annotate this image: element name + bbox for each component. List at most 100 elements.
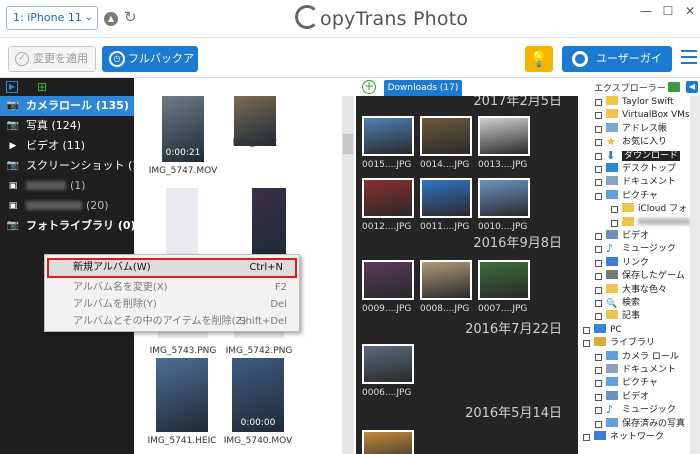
download-thumbnail[interactable]: 0007....JPG [478,260,530,314]
album-item[interactable]: 📷 写真 (124) [0,116,134,136]
explorer-tree-item[interactable]: ⬇ ダウンロード [606,150,681,163]
tree-expander[interactable] [595,259,602,267]
explorer-tree-item[interactable]: 保存したゲーム [606,270,685,283]
context-menu-item[interactable]: 新規アルバム(W) Ctrl+N [47,258,297,278]
full-backup-button[interactable]: ◷ フルバックアップ [102,46,198,91]
tree-expander[interactable] [595,233,602,240]
tree-expander[interactable] [583,326,590,334]
download-thumbnail[interactable]: 0012....JPG [362,178,414,232]
download-thumbnail[interactable] [362,430,414,454]
photo-grid-scroll-thumb[interactable] [343,134,353,154]
tree-expander[interactable] [595,286,602,294]
download-thumbnail[interactable]: 0008....JPG [420,260,472,314]
tree-expander[interactable] [595,166,602,173]
context-menu-item[interactable]: アルバムを削除(Y) Del [45,296,299,313]
tree-expander[interactable] [595,112,602,120]
explorer-tree-item[interactable]: ♪ ミュージック [606,404,676,417]
tree-expander[interactable] [595,367,602,374]
maximize-button[interactable]: ☐ [658,3,678,19]
tree-expander[interactable] [595,313,602,321]
explorer-tree-item[interactable]: PC [594,323,622,337]
download-thumbnail[interactable]: 0015....JPG [362,116,414,170]
tree-expander[interactable] [595,420,602,428]
tree-expander[interactable] [595,353,602,361]
add-album-icon[interactable]: ⊞ [36,81,48,93]
explorer-tree-item[interactable]: 記事 [606,310,640,323]
folder-icon[interactable] [668,82,680,92]
pictures-icon [606,350,618,360]
album-item[interactable]: 📷 フォトライブラリ (0) [0,216,136,236]
explorer-tree-item[interactable]: デスクトップ [606,163,676,176]
explorer-tree-item[interactable]: ピクチャ [606,189,658,203]
download-thumbnail[interactable]: 0013....JPG [478,116,530,170]
album-item[interactable]: ▣ (1) [0,176,134,196]
tree-expander[interactable] [595,273,602,281]
explorer-tree-item[interactable]: アドレス帳 [606,122,667,136]
tree-expander[interactable] [595,179,602,187]
explorer-tree-item[interactable]: ♪ ミュージック [606,243,676,256]
refresh-icon[interactable]: ↻ [124,9,140,25]
download-thumbnail[interactable]: 0014....JPG [420,116,472,170]
apply-changes-button[interactable]: ✓ 変更を適用 [8,46,96,72]
explorer-tree-item[interactable]: ネットワーク [594,431,664,444]
tree-expander[interactable] [595,246,602,254]
explorer-scrollbar[interactable] [690,96,700,454]
explorer-tree-item[interactable]: カメラ ロール [606,350,679,364]
explorer-tree-item[interactable]: VirtualBox VMs [606,109,690,122]
tree-expander[interactable] [611,206,618,214]
explorer-tree-item[interactable]: ドキュメント [606,364,676,377]
user-guide-button[interactable]: ユーザーガイド [562,46,672,91]
tree-expander[interactable] [595,99,602,106]
eject-icon[interactable]: ▲ [104,12,118,26]
tree-expander[interactable] [595,393,602,401]
close-button[interactable]: ✕ [680,3,700,19]
tips-button[interactable]: 💡 [525,46,553,72]
back-arrow-icon[interactable]: ◀ [686,81,698,93]
hamburger-menu-icon[interactable] [681,50,697,64]
tree-expander[interactable] [611,219,618,227]
clock-icon: ◷ [109,51,125,67]
context-menu-item[interactable]: アルバムとその中のアイテムを削除(Z) Shift+Del [45,313,299,330]
album-item[interactable]: 📷 カメラロール (135) [0,96,134,116]
explorer-tree-item[interactable]: ★ お気に入り [606,136,667,149]
download-thumbnail[interactable]: 0011....JPG [420,178,472,232]
tree-expander[interactable] [595,192,602,200]
album-item[interactable]: ▶ ビデオ (11) [0,136,134,156]
explorer-tree-item[interactable]: ライブラリ [594,337,655,350]
tree-expander[interactable] [595,125,602,133]
tree-expander[interactable] [583,340,590,348]
explorer-tree-item[interactable]: ビデオ [606,390,649,404]
context-menu-item[interactable]: アルバム名を変更(X) F2 [45,279,299,296]
tree-expander[interactable] [583,434,590,441]
tree-expander[interactable] [595,407,602,415]
downloads-tab[interactable]: Downloads (17) [384,80,462,96]
tree-expander[interactable] [595,300,602,307]
album-list: 📷 カメラロール (135) 📷 写真 (124) ▶ ビデオ (11) 📷 スクリーンショッ… [0,96,151,236]
explorer-tree-item[interactable]: リンク [606,256,649,270]
photo-grid-scrollbar[interactable] [342,96,354,454]
device-select[interactable]: 1: iPhone 11 ⌄ [6,6,98,30]
explorer-tree-item[interactable]: ドキュメント [606,176,676,189]
play-slideshow-icon[interactable]: ▶ [6,81,18,93]
download-thumbnail[interactable]: 0006....JPG [362,344,414,398]
download-image [478,178,530,218]
tree-expander[interactable] [595,139,602,147]
explorer-tree-item[interactable]: 大事な色々 [606,283,667,297]
download-thumbnail[interactable]: 0010....JPG [478,178,530,232]
minimize-button[interactable]: — [636,3,656,19]
explorer-tree-item[interactable] [622,216,690,230]
explorer-tree-item[interactable]: 保存済みの写真 [606,417,685,431]
explorer-tree-item[interactable]: 🔍 検索 [606,297,640,310]
explorer-tree-item[interactable]: Taylor Swift [606,96,674,109]
add-icon[interactable]: + [362,80,376,94]
tree-expander[interactable] [595,152,602,160]
download-thumbnail[interactable]: 0009....JPG [362,260,414,314]
explorer-tree-item[interactable]: ビデオ [606,230,649,243]
download-image [478,116,530,156]
explorer-tree-item[interactable]: iCloud フォト [622,203,696,216]
tree-expander[interactable] [595,380,602,388]
album-item[interactable]: ▣ (20) [0,196,134,216]
explorer-tree-item[interactable]: ピクチャ [606,377,658,390]
album-item[interactable]: 📷 スクリーンショット (12) [0,156,151,176]
pictures-icon [606,189,618,199]
